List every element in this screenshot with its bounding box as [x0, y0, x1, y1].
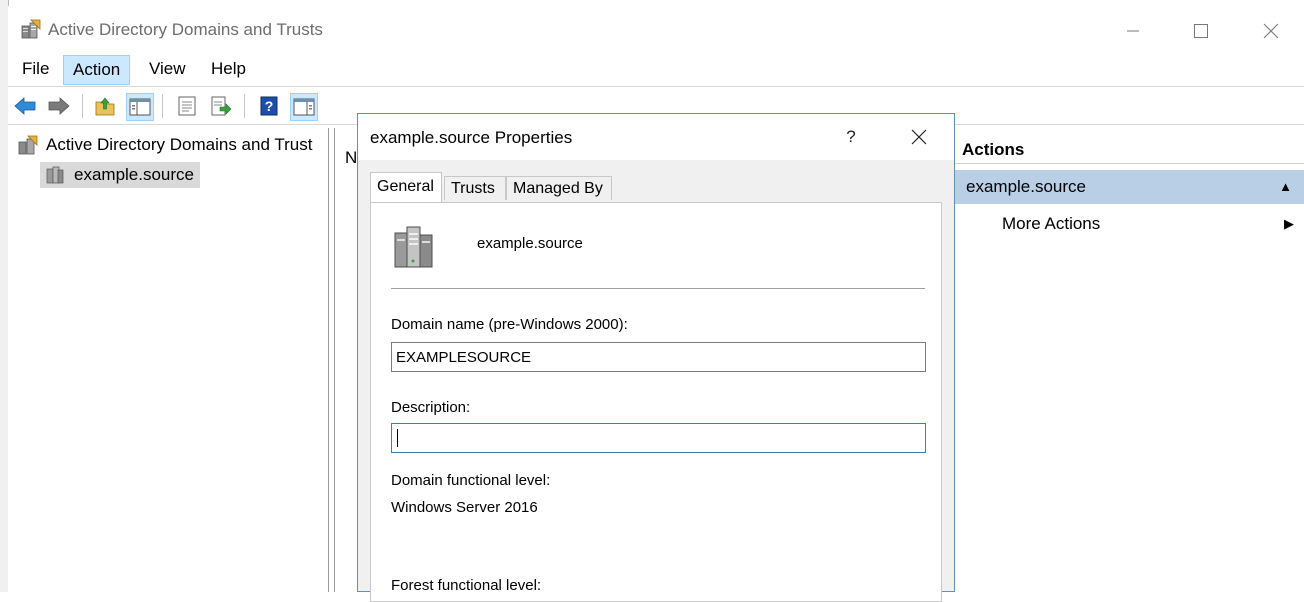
help-icon: ? — [260, 96, 278, 116]
actions-pane: Actions example.source ▲ More Actions ▶ — [954, 136, 1304, 592]
menu-file[interactable]: File — [13, 55, 58, 83]
tab-managed-by[interactable]: Managed By — [506, 176, 612, 200]
forward-button[interactable] — [46, 93, 72, 119]
collapse-triangle-icon: ▲ — [1279, 179, 1292, 194]
actions-header: Actions — [954, 136, 1304, 164]
actions-section-label: example.source — [966, 177, 1087, 196]
domain-name-field[interactable] — [391, 342, 926, 372]
forest-level-label: Forest functional level: — [391, 577, 542, 594]
properties-button[interactable] — [174, 93, 200, 119]
menu-help[interactable]: Help — [202, 55, 255, 83]
text-caret — [397, 429, 398, 447]
tree-child-label: example.source — [74, 165, 195, 184]
close-window-button[interactable] — [1248, 16, 1294, 46]
title-bar: Active Directory Domains and Trusts — [8, 6, 1304, 52]
more-actions-item[interactable]: More Actions — [1002, 208, 1100, 240]
domain-server-icon — [394, 226, 433, 268]
export-list-icon — [211, 96, 232, 116]
description-field[interactable] — [391, 423, 926, 453]
tree-root-label: Active Directory Domains and Trust — [46, 135, 313, 154]
tree-root-node[interactable]: Active Directory Domains and Trust — [16, 134, 312, 156]
toolbar-separator — [162, 94, 163, 118]
help-button[interactable]: ? — [256, 93, 282, 119]
domain-level-value: Windows Server 2016 — [391, 499, 538, 516]
tree-item-domain[interactable]: example.source — [40, 162, 201, 188]
submenu-arrow-icon: ▶ — [1284, 216, 1294, 231]
menu-action[interactable]: Action — [63, 55, 131, 85]
general-tab-panel: example.source Domain name (pre-Windows … — [370, 202, 942, 602]
menu-view[interactable]: View — [140, 55, 195, 83]
maximize-button[interactable] — [1178, 16, 1224, 46]
domain-name-label: Domain name (pre-Windows 2000): — [391, 316, 628, 333]
menu-bar: File Action View Help — [8, 52, 1304, 87]
console-tree: Active Directory Domains and Trust examp… — [8, 128, 329, 592]
domain-level-label: Domain functional level: — [391, 472, 551, 489]
show-hide-action-pane-button[interactable] — [290, 93, 318, 121]
actions-section-domain[interactable]: example.source ▲ — [954, 170, 1304, 204]
window-title: Active Directory Domains and Trusts — [48, 20, 323, 39]
svg-text:?: ? — [265, 98, 274, 114]
toolbar-separator — [244, 94, 245, 118]
maximize-icon — [1194, 24, 1208, 38]
toolbar-separator — [82, 94, 83, 118]
close-icon — [911, 129, 927, 145]
tab-general[interactable]: General — [370, 172, 442, 202]
domain-heading: example.source — [477, 235, 583, 252]
export-list-button[interactable] — [208, 93, 234, 119]
ad-domains-tree-icon — [18, 135, 38, 155]
properties-icon — [178, 96, 196, 116]
ad-domains-app-icon — [21, 19, 41, 39]
description-label: Description: — [391, 399, 471, 416]
section-divider — [391, 288, 925, 289]
dialog-title-bar: example.source Properties ? — [358, 114, 954, 160]
results-column-header: N — [345, 148, 358, 167]
minimize-button[interactable] — [1110, 16, 1156, 46]
tab-trusts[interactable]: Trusts — [444, 176, 506, 200]
show-console-tree-icon — [129, 98, 151, 116]
minimize-icon — [1127, 30, 1139, 32]
close-icon — [1263, 23, 1279, 39]
dialog-title: example.source Properties — [370, 128, 573, 147]
dialog-help-button[interactable]: ? — [836, 122, 866, 152]
up-folder-icon — [95, 97, 115, 116]
back-arrow-icon — [14, 97, 36, 115]
forward-arrow-icon — [48, 97, 70, 115]
dialog-close-button[interactable] — [904, 122, 934, 152]
show-action-pane-icon — [293, 98, 315, 116]
domain-server-icon — [46, 166, 64, 184]
back-button[interactable] — [12, 93, 38, 119]
up-one-level-button[interactable] — [92, 93, 118, 119]
show-hide-console-tree-button[interactable] — [126, 93, 154, 121]
properties-dialog: example.source Properties ? General Trus… — [357, 113, 955, 602]
